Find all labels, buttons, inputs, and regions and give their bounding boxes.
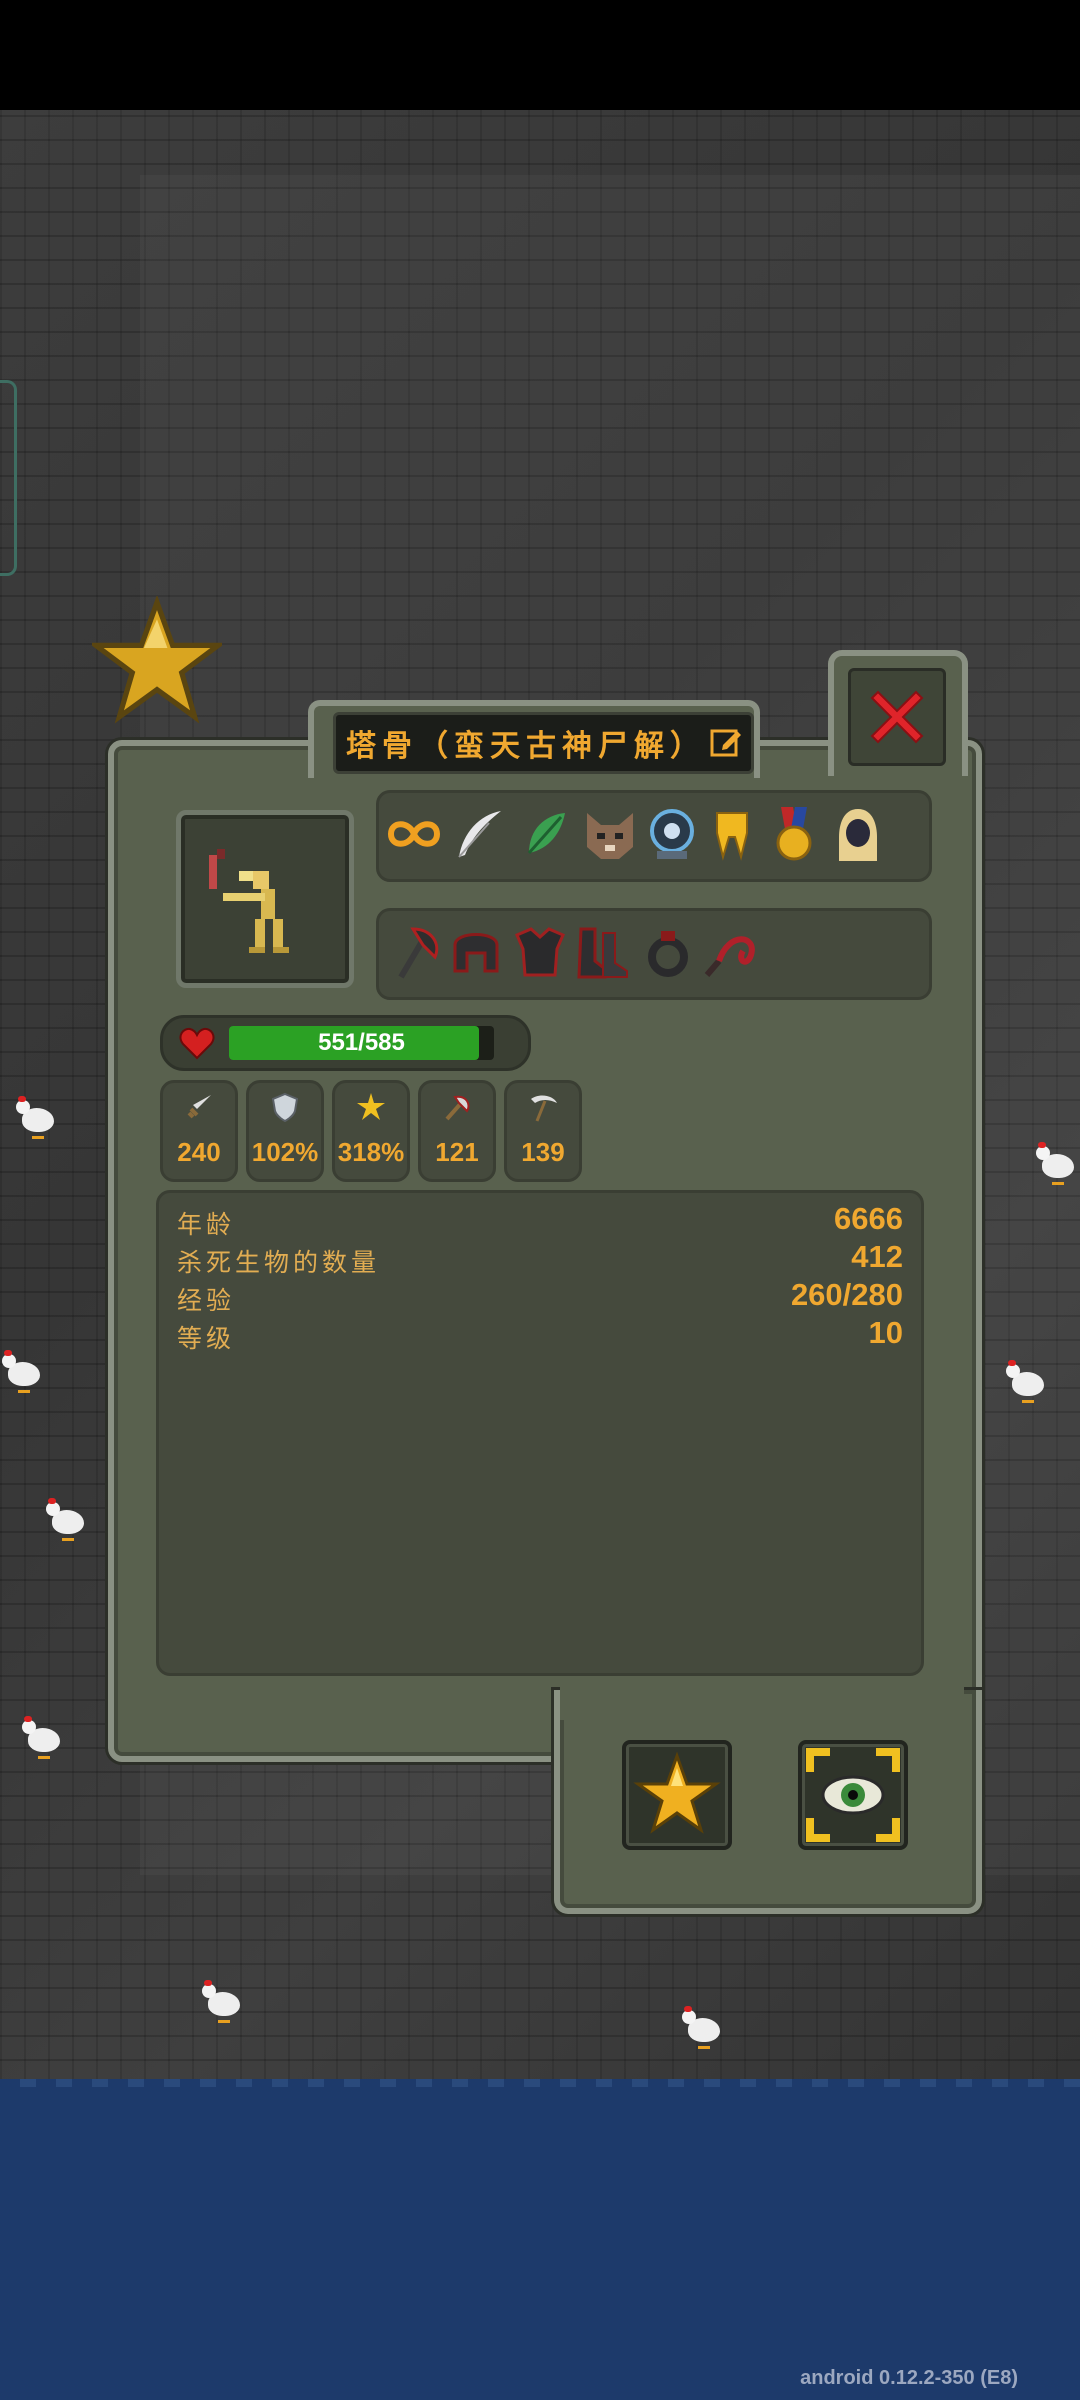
- stat-value: 240: [177, 1137, 221, 1167]
- sword-icon: [187, 1095, 211, 1119]
- info-value: 260/280: [790, 1277, 903, 1312]
- stat-attack-speed: 121: [418, 1080, 496, 1182]
- red-whip-icon[interactable]: [699, 921, 761, 983]
- favorite-button[interactable]: [622, 1740, 732, 1850]
- feather-icon[interactable]: [449, 803, 511, 865]
- shield-icon: [271, 1092, 299, 1123]
- chicken-creature[interactable]: [200, 1980, 244, 2023]
- stat-damage: 240: [160, 1080, 238, 1182]
- info-label: 等级: [177, 1324, 236, 1353]
- blue-orb-icon[interactable]: [641, 803, 703, 865]
- game-screen: android 0.12.2-350 (E8) 塔骨（蛮天古神尸解） 551/5…: [0, 0, 1080, 2400]
- chicken-creature[interactable]: [1004, 1360, 1048, 1403]
- creature-name: 塔骨（蛮天古神尸解）: [346, 729, 706, 764]
- green-leaf-icon[interactable]: [515, 803, 577, 865]
- info-label: 杀死生物的数量: [177, 1248, 381, 1277]
- creature-info-dialog: 塔骨（蛮天古神尸解） 551/585 240 102% 318% 121 139…: [108, 650, 982, 1920]
- equipment-slots: [376, 908, 932, 1000]
- eye-focus-icon: [806, 1748, 900, 1842]
- chicken-creature[interactable]: [20, 1716, 64, 1759]
- trait-slots: [376, 790, 932, 882]
- info-row-level: 等级 10: [177, 1315, 903, 1353]
- cat-mask-icon[interactable]: [579, 803, 641, 865]
- hooded-figure-icon[interactable]: [827, 803, 889, 865]
- info-panel: 年龄 6666 杀死生物的数量 412 经验 260/280 等级 10: [156, 1190, 924, 1676]
- info-value: 10: [868, 1315, 903, 1350]
- dark-axe-icon[interactable]: [383, 921, 445, 983]
- scythe-icon: [531, 1095, 557, 1122]
- chicken-creature[interactable]: [0, 1350, 44, 1393]
- water-area: android 0.12.2-350 (E8): [0, 2079, 1080, 2400]
- chicken-creature[interactable]: [14, 1096, 58, 1139]
- skeleton-archer-icon: [209, 849, 289, 953]
- health-bar: 551/585: [160, 1015, 531, 1071]
- dark-boots-icon[interactable]: [571, 921, 633, 983]
- info-row-experience: 经验 260/280: [177, 1277, 903, 1315]
- info-label: 年龄: [177, 1210, 236, 1239]
- stat-value: 318%: [337, 1137, 405, 1167]
- stat-value: 139: [521, 1137, 565, 1167]
- status-bar: [0, 0, 1080, 110]
- stat-speed: 139: [504, 1080, 582, 1182]
- star-icon: [633, 1751, 721, 1834]
- chicken-creature[interactable]: [1034, 1142, 1078, 1185]
- info-row-age: 年龄 6666: [177, 1201, 903, 1239]
- infinity-icon[interactable]: [383, 803, 445, 865]
- dark-helmet-icon[interactable]: [445, 921, 507, 983]
- info-row-kills: 杀死生物的数量 412: [177, 1239, 903, 1277]
- golden-tooth-icon[interactable]: [701, 803, 763, 865]
- dark-armor-icon[interactable]: [509, 921, 571, 983]
- version-label: android 0.12.2-350 (E8): [800, 2367, 1018, 2389]
- follow-camera-button[interactable]: [798, 1740, 908, 1850]
- stat-value: 102%: [251, 1137, 319, 1167]
- close-button[interactable]: [848, 668, 946, 766]
- star-burst-icon: [357, 1093, 385, 1120]
- side-panel-handle[interactable]: [0, 380, 17, 576]
- stat-critical: 318%: [332, 1080, 410, 1182]
- stat-armor: 102%: [246, 1080, 324, 1182]
- name-plate[interactable]: 塔骨（蛮天古神尸解）: [333, 712, 754, 774]
- stat-value: 121: [435, 1137, 479, 1167]
- chicken-creature[interactable]: [44, 1498, 88, 1541]
- hp-value: 551/585: [318, 1029, 405, 1056]
- heart-icon: [179, 1027, 215, 1060]
- dialog-action-frame: [554, 1690, 982, 1914]
- chicken-creature[interactable]: [680, 2006, 724, 2049]
- creature-portrait: [176, 810, 354, 988]
- axe-icon: [445, 1095, 470, 1121]
- hp-bar-track: 551/585: [229, 1026, 494, 1060]
- info-value: 6666: [834, 1201, 903, 1236]
- close-icon: [870, 690, 924, 744]
- edit-icon[interactable]: [709, 725, 743, 759]
- info-value: 412: [851, 1239, 903, 1274]
- medal-icon[interactable]: [763, 803, 825, 865]
- dark-ring-icon[interactable]: [637, 921, 699, 983]
- info-label: 经验: [177, 1286, 236, 1315]
